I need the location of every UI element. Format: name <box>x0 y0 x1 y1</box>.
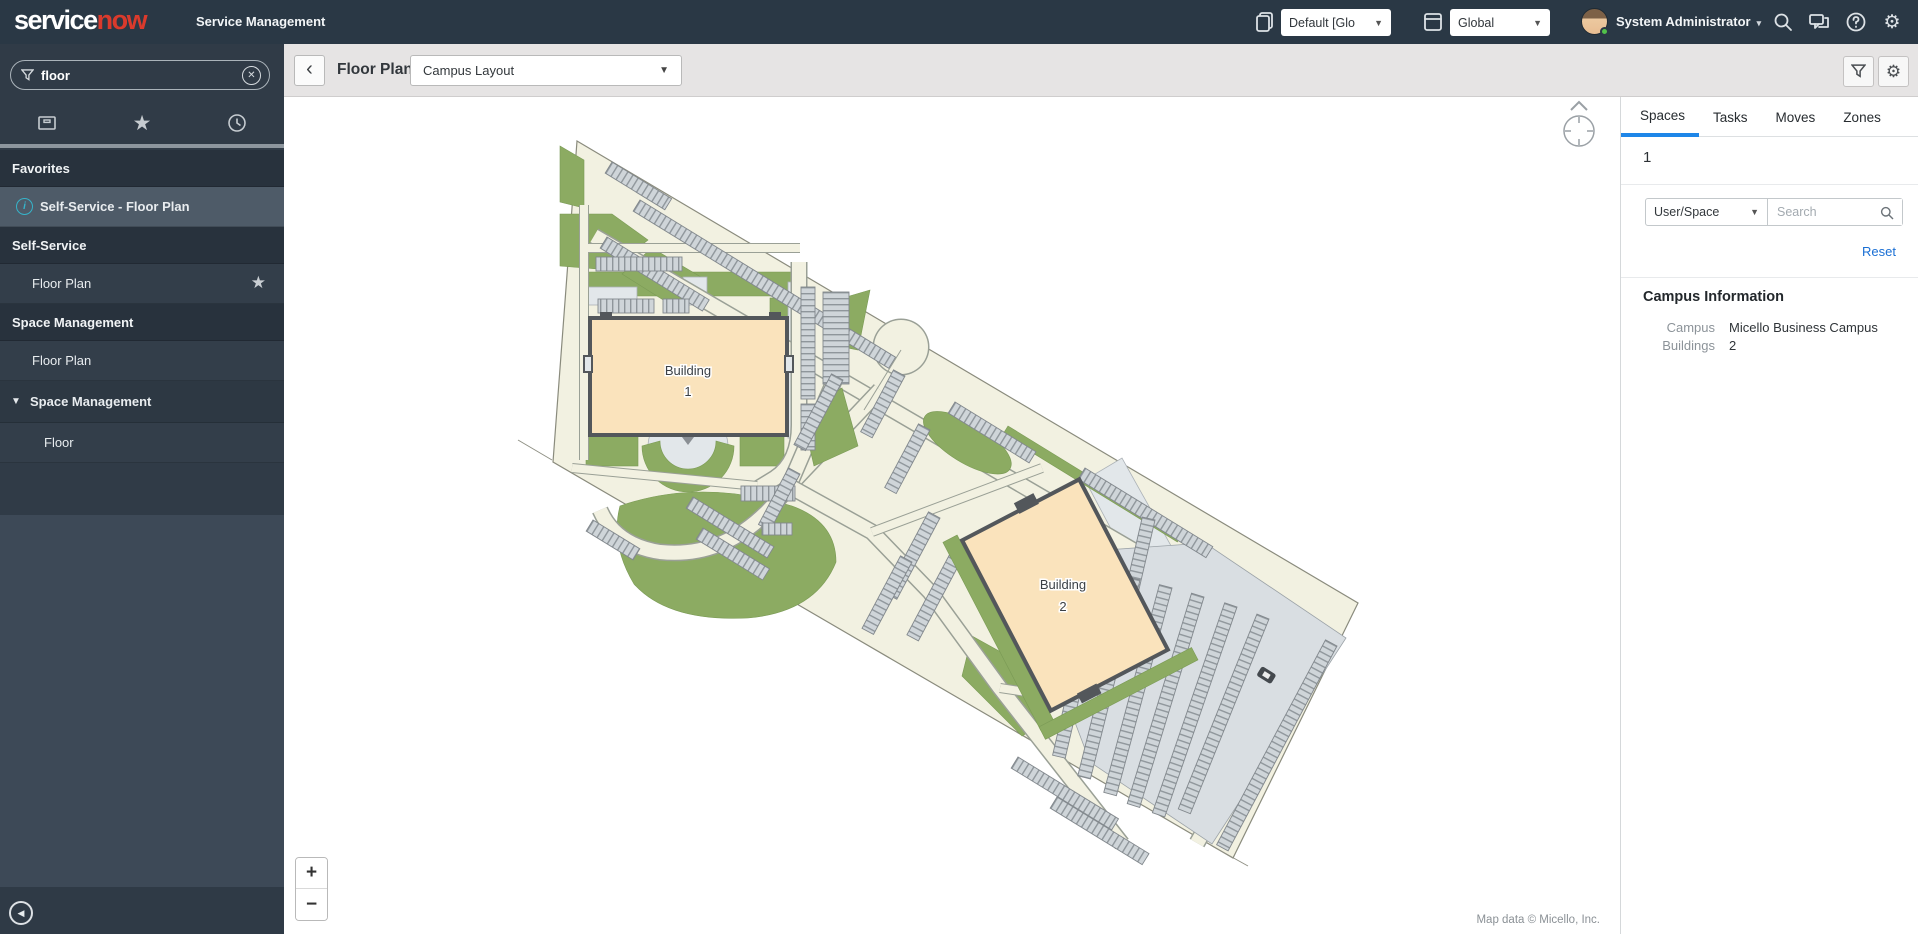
tab-tasks[interactable]: Tasks <box>1699 97 1762 137</box>
building-1[interactable] <box>584 312 793 445</box>
menu-item-floor-plan-2[interactable]: Floor Plan <box>0 341 284 381</box>
application-select[interactable]: Global▼ <box>1450 9 1550 36</box>
menu-item-floor[interactable]: Floor <box>0 423 284 463</box>
gear-icon[interactable]: ⚙ <box>1881 11 1903 33</box>
filter-funnel-icon <box>21 69 34 82</box>
favorites-tab-icon[interactable]: ★ <box>122 108 162 138</box>
chat-icon[interactable] <box>1808 11 1830 33</box>
building-1-label-line1: Building <box>665 363 711 378</box>
zoom-out-button[interactable]: − <box>296 889 327 920</box>
content-toolbar: ‹ Floor Plan Campus Layout▼ ⚙ <box>284 44 1918 97</box>
divider <box>1621 277 1918 278</box>
menu-section-self-service: Self-Service <box>0 227 284 264</box>
menu-section-space-management-expanded[interactable]: ▼ Space Management <box>0 381 284 423</box>
tab-zones[interactable]: Zones <box>1829 97 1895 137</box>
reset-link[interactable]: Reset <box>1862 244 1896 259</box>
map-attribution: Map data © Micello, Inc. <box>1476 914 1600 926</box>
space-search-combo: User/Space▼ <box>1645 198 1903 226</box>
active-tab-indicator <box>0 144 284 148</box>
back-button[interactable]: ‹ <box>294 55 325 86</box>
tab-spaces[interactable]: Spaces <box>1621 97 1699 137</box>
campus-map-canvas[interactable]: Building 1 Building 2 <box>284 97 1620 934</box>
filter-funnel-icon <box>1851 64 1866 79</box>
star-icon[interactable]: ★ <box>251 273 266 293</box>
navigator-tabs: ★ <box>0 102 284 144</box>
chevron-down-icon: ▼ <box>1533 18 1542 28</box>
app-title: Service Management <box>196 14 325 29</box>
application-picker-icon[interactable] <box>1422 11 1444 33</box>
user-menu[interactable]: System Administrator▾ <box>1616 14 1761 29</box>
all-applications-icon[interactable] <box>27 108 67 138</box>
divider <box>1621 184 1918 185</box>
result-count: 1 <box>1643 149 1651 166</box>
search-type-select[interactable]: User/Space▼ <box>1646 199 1768 225</box>
building-1-label-line2: 1 <box>684 384 691 399</box>
navigator-footer: ◀ <box>0 887 284 934</box>
chevron-down-icon: ▼ <box>1374 18 1383 28</box>
chevron-down-icon: ▼ <box>1750 207 1759 217</box>
update-set-select[interactable]: Default [Glo▼ <box>1281 9 1391 36</box>
collapse-sidebar-icon[interactable]: ◀ <box>9 901 33 925</box>
history-tab-icon[interactable] <box>217 108 257 138</box>
menu-item-self-service-floor-plan[interactable]: i Self-Service - Floor Plan <box>0 187 284 227</box>
update-set-picker-icon[interactable] <box>1254 11 1276 33</box>
avatar[interactable] <box>1581 8 1608 35</box>
zoom-in-button[interactable]: + <box>296 858 327 889</box>
top-header: servicenow Service Management Default [G… <box>0 0 1918 44</box>
navigator-filter[interactable]: ✕ <box>10 60 270 90</box>
building-2-label-line1: Building <box>1040 577 1086 592</box>
gear-icon: ⚙ <box>1886 62 1901 82</box>
menu-item-floor-plan[interactable]: Floor Plan ★ <box>0 264 284 304</box>
info-row-buildings: Buildings 2 <box>1621 337 1918 355</box>
info-icon[interactable]: i <box>16 198 33 215</box>
clear-filter-icon[interactable]: ✕ <box>242 66 261 85</box>
menu-section-favorites: Favorites <box>0 150 284 187</box>
chevron-down-icon: ▾ <box>1757 18 1762 28</box>
chevron-down-icon: ▼ <box>659 65 669 76</box>
map-zoom-control: + − <box>295 857 328 921</box>
filter-navigator-input[interactable] <box>41 68 242 83</box>
help-icon[interactable] <box>1845 11 1867 33</box>
chevron-expanded-icon: ▼ <box>11 396 21 407</box>
panel-tabs: Spaces Tasks Moves Zones <box>1621 97 1918 137</box>
info-row-campus: Campus Micello Business Campus <box>1621 319 1918 337</box>
spaces-panel: Spaces Tasks Moves Zones 1 User/Space▼ R… <box>1620 97 1918 934</box>
layout-select[interactable]: Campus Layout▼ <box>410 55 682 86</box>
navigator-menu: Favorites i Self-Service - Floor Plan Se… <box>0 150 284 463</box>
page-title: Floor Plan <box>337 61 413 79</box>
servicenow-logo[interactable]: servicenow <box>14 5 146 36</box>
application-navigator: ✕ ★ Favorites i Self-Service - Floor Pla… <box>0 44 284 934</box>
search-icon[interactable] <box>1880 206 1894 220</box>
navigator-empty-area <box>0 515 284 887</box>
filter-button[interactable] <box>1843 56 1874 87</box>
building-2-label-line2: 2 <box>1059 599 1066 614</box>
search-icon[interactable] <box>1772 11 1794 33</box>
compass-icon[interactable] <box>1564 102 1594 146</box>
settings-button[interactable]: ⚙ <box>1878 56 1909 87</box>
floor-plan-map[interactable]: Building 1 Building 2 + − Map data © Mic… <box>284 97 1620 934</box>
tab-moves[interactable]: Moves <box>1762 97 1830 137</box>
campus-information-title: Campus Information <box>1643 289 1784 305</box>
status-dot <box>1600 27 1609 36</box>
menu-section-space-management: Space Management <box>0 304 284 341</box>
